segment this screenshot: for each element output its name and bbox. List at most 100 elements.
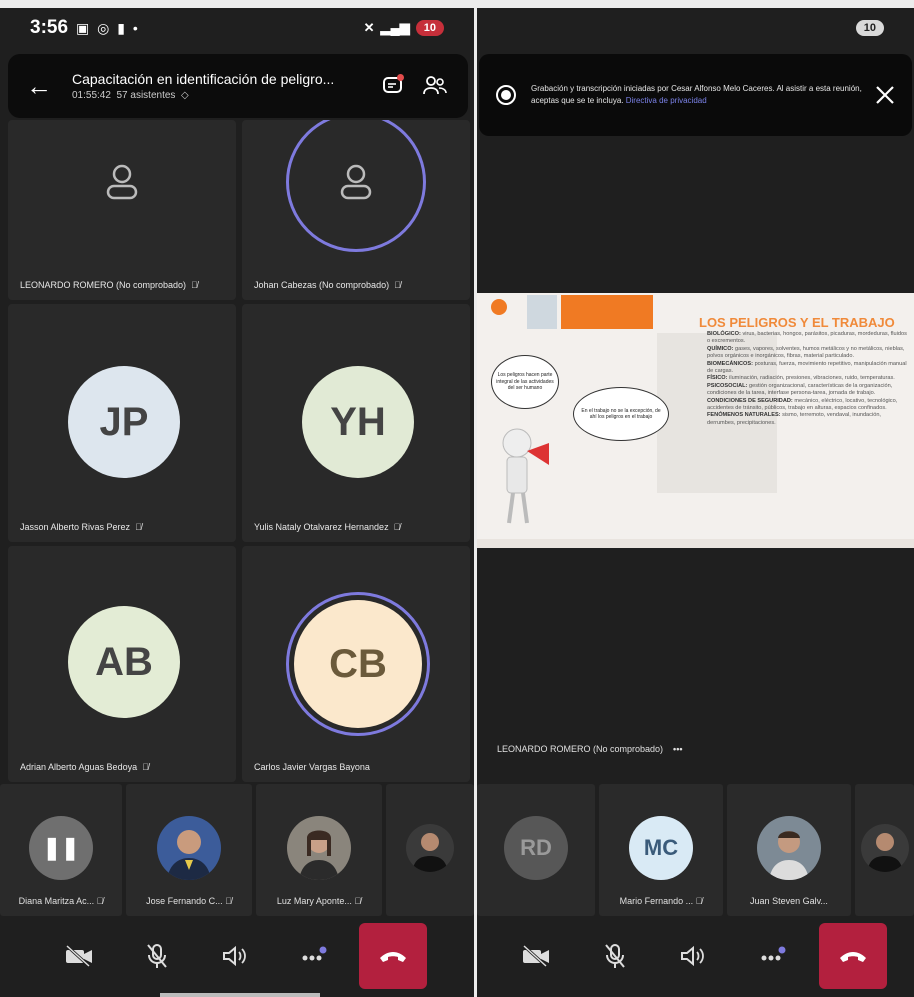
camera-toggle-button[interactable] (47, 924, 111, 988)
avatar: MC (629, 816, 693, 880)
meeting-meta: 01:55:42 57 asistentes ◇ (72, 90, 366, 101)
participant-name: LEONARDO ROMERO (No comprobado) (20, 280, 187, 290)
mic-off-icon: 🎙̸ (142, 762, 149, 772)
slide-body: BIOLÓGICO: virus, bacterias, hongos, par… (707, 331, 907, 427)
back-arrow-icon[interactable]: ← (26, 71, 52, 102)
participant-tile[interactable]: YH Yulis Nataly Otalvarez Hernandez 🎙̸ (242, 304, 470, 542)
more-icon (761, 946, 786, 961)
status-bar: 3:56 ▣ ◎ ▮ • ✕ ▂▄▆ 10 (0, 8, 474, 48)
pause-icon: ❚❚ (29, 816, 93, 880)
more-options-button[interactable] (740, 924, 804, 988)
profile-photo (287, 816, 351, 880)
call-controls (0, 918, 474, 994)
avatar: RD (504, 816, 568, 880)
participant-name: Yulis Nataly Otalvarez Hernandez (254, 522, 389, 532)
shared-presentation[interactable]: Los peligros hacen parte integral de las… (477, 293, 914, 548)
mic-off-icon: 🎙̸ (96, 896, 104, 906)
mic-toggle-button[interactable] (583, 924, 647, 988)
avatar: CB (294, 600, 422, 728)
slide-line: BIOLÓGICO: virus, bacterias, hongos, par… (707, 331, 907, 345)
battery-indicator: 10 (415, 20, 444, 36)
camera-off-icon (65, 945, 92, 967)
mic-off-icon: 🎙̸ (135, 522, 142, 532)
end-call-button[interactable] (359, 923, 427, 989)
mic-off-icon: 🎙̸ (393, 522, 401, 532)
mic-off-icon: 🎙̸ (225, 896, 232, 906)
speech-bubble: Los peligros hacen parte integral de las… (491, 355, 559, 409)
participant-tile[interactable]: JP Jasson Alberto Rivas Perez 🎙̸ (8, 304, 236, 542)
strip-tile[interactable]: Juan Steven Galv... (727, 784, 851, 916)
call-controls (477, 918, 914, 994)
person-placeholder-icon (340, 164, 372, 200)
more-dots-icon[interactable]: ••• (673, 744, 682, 754)
mic-off-icon: 🎙̸ (695, 896, 703, 906)
strip-tile[interactable]: Luz Mary Aponte... 🎙̸ (256, 784, 382, 916)
end-call-button[interactable] (818, 923, 887, 989)
meeting-header: ← Capacitación en identificación de peli… (8, 54, 468, 118)
participants-icon (423, 76, 447, 95)
status-right: ✕ ▂▄▆ 10 (364, 20, 444, 36)
chat-button[interactable] (378, 71, 408, 101)
slide-line: FÍSICO: iluminación, radiación, presione… (707, 375, 895, 382)
more-icon (302, 946, 327, 961)
battery-indicator: 10 (855, 20, 884, 36)
right-phone-screen: 10 Grabación y transcripción iniciadas p… (477, 8, 914, 997)
participant-tile[interactable]: CB Carlos Javier Vargas Bayona (242, 546, 470, 782)
strip-tile[interactable]: ❚❚ Diana Maritza Ac... 🎙̸ (0, 784, 122, 916)
left-phone-screen: 3:56 ▣ ◎ ▮ • ✕ ▂▄▆ 10 ← Capacitación en … (0, 8, 474, 997)
participant-strip: ❚❚ Diana Maritza Ac... 🎙̸ Jose Fernando … (0, 784, 474, 916)
privacy-policy-link[interactable]: Directiva de privacidad (626, 96, 707, 105)
speaker-button[interactable] (661, 924, 725, 988)
strip-tile[interactable] (386, 784, 474, 916)
more-options-button[interactable] (281, 924, 345, 988)
strip-tile[interactable]: Jose Fernando C... 🎙̸ (126, 784, 252, 916)
strip-tile[interactable] (855, 784, 914, 916)
recording-icon (496, 85, 516, 105)
mic-off-icon: 🎙̸ (354, 896, 362, 906)
recording-banner: Grabación y transcripción iniciadas por … (479, 54, 912, 136)
mic-toggle-button[interactable] (125, 924, 189, 988)
hang-up-icon (839, 952, 866, 962)
participant-name: Jasson Alberto Rivas Perez (20, 522, 131, 532)
shield-icon: ◇ (181, 90, 189, 101)
slide-line: PSICOSOCIAL: gestión organizacional, car… (707, 382, 893, 397)
strip-tile[interactable]: RD (477, 784, 595, 916)
slide-line: QUÍMICO: gases, vapores, solventes, humo… (707, 345, 905, 360)
profile-photo (757, 816, 821, 880)
profile-photo (406, 824, 454, 872)
participant-name: Luz Mary Aponte... (276, 896, 352, 906)
participant-tile[interactable]: LEONARDO ROMERO (No comprobado) 🎙̸ (8, 120, 236, 300)
participant-strip: RD MC Mario Fernando ... 🎙̸ Juan Steven … (477, 784, 914, 916)
slide-title: LOS PELIGROS Y EL TRABAJO (699, 315, 895, 330)
mute-icon: ✕ (363, 20, 375, 35)
participant-name: Adrian Alberto Aguas Bedoya (20, 762, 138, 772)
strip-tile[interactable]: MC Mario Fernando ... 🎙̸ (599, 784, 723, 916)
notification-icons: ▣ ◎ ▮ • (76, 19, 140, 36)
participant-name: Juan Steven Galv... (750, 896, 828, 906)
presenter-name: LEONARDO ROMERO (No comprobado) (497, 744, 664, 754)
avatar: YH (302, 366, 414, 478)
camera-toggle-button[interactable] (504, 924, 568, 988)
attendee-count: 57 asistentes (116, 90, 176, 101)
speaker-icon (681, 945, 705, 967)
speaker-button[interactable] (203, 924, 267, 988)
participant-tile[interactable]: AB Adrian Alberto Aguas Bedoya 🎙̸ (8, 546, 236, 782)
slide-line: BIOMECÁNICOS: posturas, fuerza, movimien… (707, 360, 907, 375)
person-placeholder-icon (106, 164, 138, 200)
participant-name: Johan Cabezas (No comprobado) (254, 280, 390, 290)
meeting-title: Capacitación en identificación de peligr… (72, 71, 335, 87)
speaker-icon (223, 945, 246, 967)
participant-name: Jose Fernando C... (146, 896, 223, 906)
avatar: AB (68, 606, 180, 718)
mic-off-icon (605, 944, 625, 968)
participants-button[interactable] (420, 71, 450, 101)
recording-notice: Grabación y transcripción iniciadas por … (531, 83, 874, 107)
close-icon[interactable] (874, 84, 896, 106)
home-indicator (160, 993, 320, 997)
clock: 3:56 (30, 17, 69, 38)
participant-tile[interactable]: Johan Cabezas (No comprobado) 🎙̸ (242, 120, 470, 300)
slide-line: CONDICIONES DE SEGURIDAD: mecánico, eléc… (707, 397, 898, 412)
profile-photo (157, 816, 221, 880)
status-bar: 10 (477, 8, 914, 48)
unread-dot (397, 74, 404, 81)
